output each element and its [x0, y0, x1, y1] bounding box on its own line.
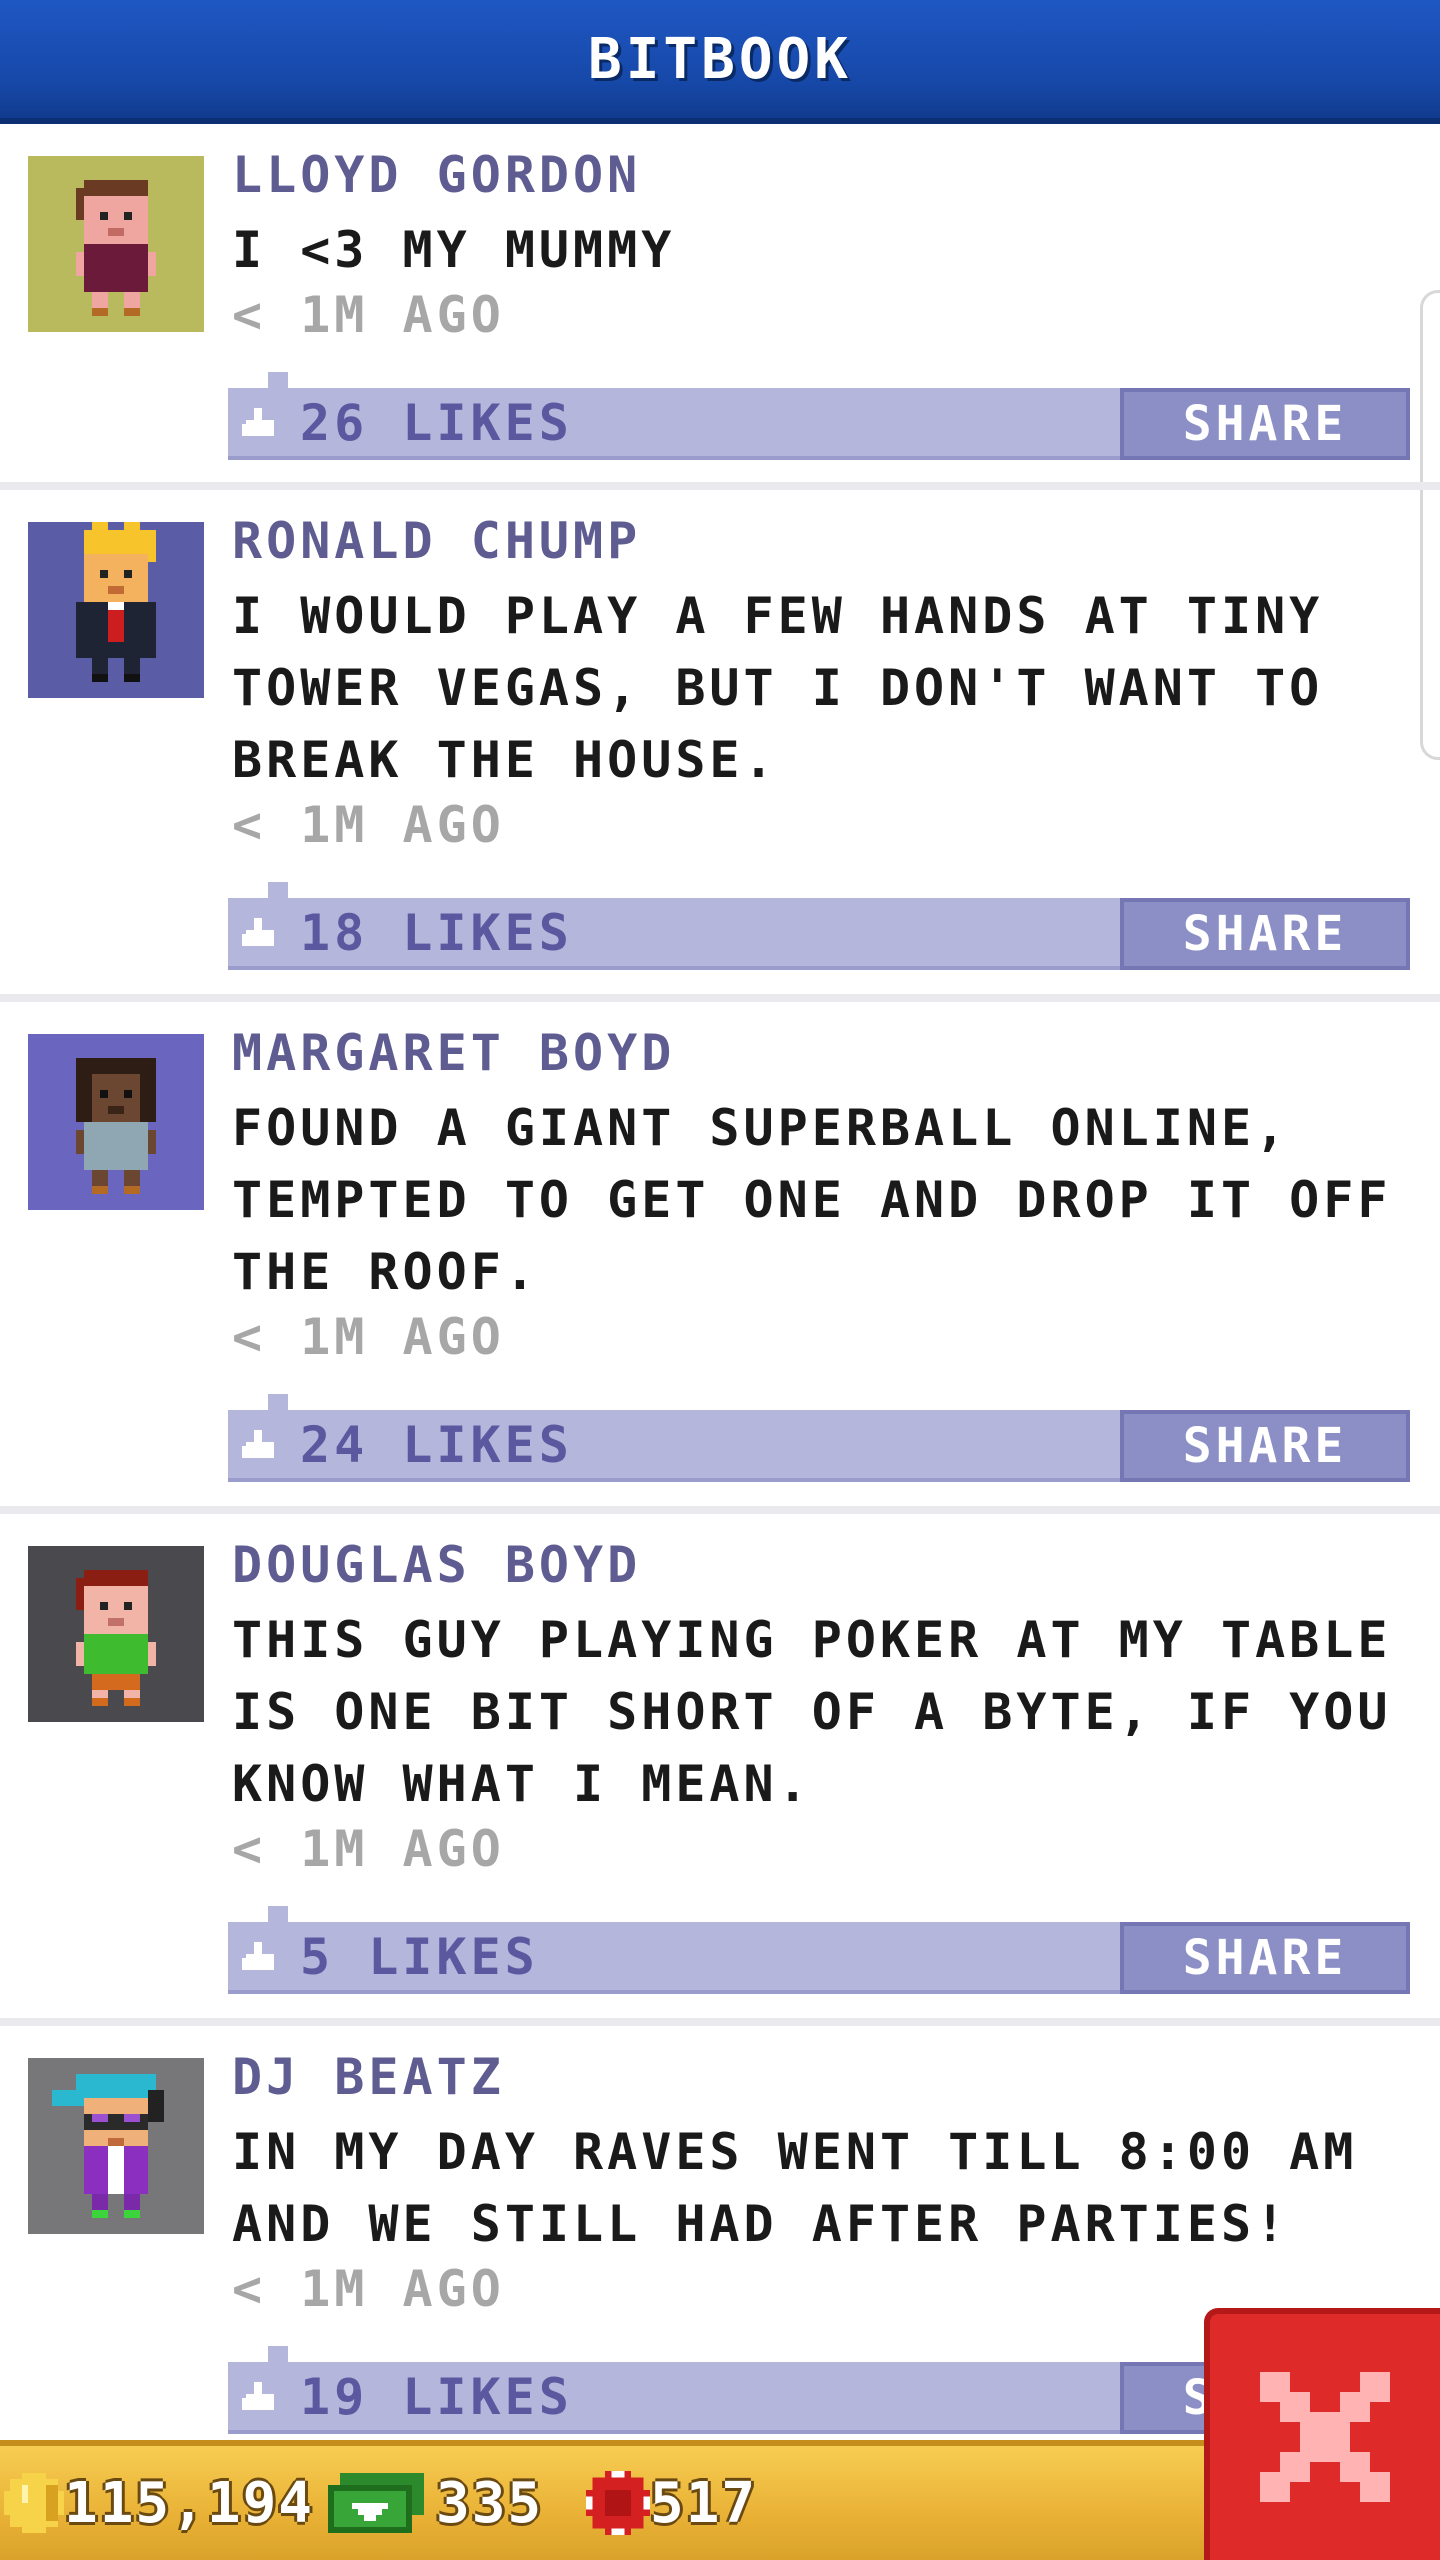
post-author: RONALD CHUMP [232, 512, 642, 570]
feed-post: MARGARET BOYD FOUND A GIANT SUPERBALL ON… [0, 1002, 1440, 1514]
bux-value: 335 [436, 2470, 544, 2536]
post-text: I WOULD PLAY A FEW HANDS AT TINY TOWER V… [232, 587, 1324, 789]
likes-bar-notch [268, 882, 288, 898]
likes-count: 26 LIKES [300, 394, 573, 452]
thumb-up-icon[interactable] [242, 918, 278, 950]
share-button[interactable]: SHARE [1120, 388, 1410, 460]
post-text: I <3 MY MUMMY [232, 221, 676, 279]
share-button[interactable]: SHARE [1120, 1410, 1410, 1482]
share-button[interactable]: SHARE [1120, 898, 1410, 970]
likes-bar: 26 LIKES SHARE [228, 372, 1410, 460]
coin-icon [4, 2473, 64, 2533]
bux-icon [328, 2473, 424, 2533]
likes-bar-notch [268, 1906, 288, 1922]
thumb-up-icon[interactable] [242, 408, 278, 440]
post-author: LLOYD GORDON [232, 146, 642, 204]
thumb-up-icon[interactable] [242, 1942, 278, 1974]
thumb-up-icon[interactable] [242, 1430, 278, 1462]
post-timestamp: < 1M AGO [232, 1820, 505, 1878]
thumb-up-icon[interactable] [242, 2382, 278, 2414]
avatar-douglas-boyd[interactable] [28, 1546, 204, 1722]
likes-count: 19 LIKES [300, 2368, 573, 2426]
feed-post: RONALD CHUMP I WOULD PLAY A FEW HANDS AT… [0, 490, 1440, 1002]
feed-post: DOUGLAS BOYD THIS GUY PLAYING POKER AT M… [0, 1514, 1440, 2026]
post-text: THIS GUY PLAYING POKER AT MY TABLE IS ON… [232, 1611, 1392, 1813]
likes-bar: 24 LIKES SHARE [228, 1394, 1410, 1482]
likes-count: 5 LIKES [300, 1928, 539, 1986]
coins-stat: 115,194 [4, 2468, 314, 2538]
likes-count: 24 LIKES [300, 1416, 573, 1474]
chips-stat: 517 [586, 2468, 757, 2538]
feed-list: LLOYD GORDON I <3 MY MUMMY < 1M AGO 26 L… [0, 124, 1440, 2486]
close-icon [1260, 2372, 1390, 2502]
share-button[interactable]: SHARE [1120, 1922, 1410, 1994]
app-header: BITBOOK [0, 0, 1440, 124]
post-author: DOUGLAS BOYD [232, 1536, 642, 1594]
feed-post: LLOYD GORDON I <3 MY MUMMY < 1M AGO 26 L… [0, 124, 1440, 490]
post-text: IN MY DAY RAVES WENT TILL 8:00 AM AND WE… [232, 2123, 1358, 2253]
likes-bar: 18 LIKES SHARE [228, 882, 1410, 970]
avatar-ronald-chump[interactable] [28, 522, 204, 698]
likes-bar-notch [268, 372, 288, 388]
avatar-margaret-boyd[interactable] [28, 1034, 204, 1210]
post-author: MARGARET BOYD [232, 1024, 676, 1082]
poker-chip-icon [586, 2471, 650, 2535]
close-button[interactable] [1204, 2308, 1440, 2560]
avatar-dj-beatz[interactable] [28, 2058, 204, 2234]
coins-value: 115,194 [64, 2470, 315, 2536]
likes-bar-notch [268, 1394, 288, 1410]
avatar-lloyd-gordon[interactable] [28, 156, 204, 332]
post-text: FOUND A GIANT SUPERBALL ONLINE, TEMPTED … [232, 1099, 1392, 1301]
likes-bar: 5 LIKES SHARE [228, 1906, 1410, 1994]
app-title: BITBOOK [587, 26, 852, 92]
likes-bar-notch [268, 2346, 288, 2362]
post-author: DJ BEATZ [232, 2048, 505, 2106]
likes-count: 18 LIKES [300, 904, 573, 962]
bux-stat: 335 [326, 2468, 543, 2538]
post-timestamp: < 1M AGO [232, 286, 505, 344]
chips-value: 517 [650, 2470, 758, 2536]
post-timestamp: < 1M AGO [232, 1308, 505, 1366]
post-timestamp: < 1M AGO [232, 2260, 505, 2318]
post-timestamp: < 1M AGO [232, 796, 505, 854]
